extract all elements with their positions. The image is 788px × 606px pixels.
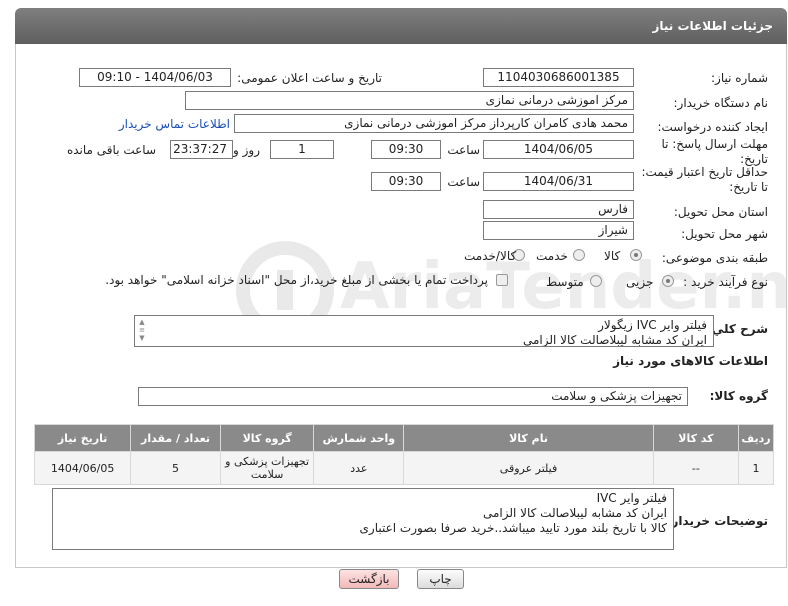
cell-qty: 5 <box>130 451 221 485</box>
cell-date: 1404/06/05 <box>33 451 132 485</box>
validity-time-label: ساعت <box>447 175 480 189</box>
announce-field: 1404/06/03 - 09:10 <box>79 68 231 87</box>
cell-name: فیلتر عروقی <box>403 451 654 485</box>
buyer-notes-line: ایران کد مشابه لیبلاصالت کالا الزامی <box>482 506 667 520</box>
print-button[interactable]: چاپ <box>417 569 464 589</box>
process-radio-medium[interactable] <box>590 275 602 287</box>
creator-field: محمد هادی کامران کارپرداز مرکز اموزشی در… <box>234 114 634 133</box>
category-option-goods: کالا <box>604 249 621 263</box>
back-button[interactable]: بازگشت <box>339 569 399 589</box>
summary-line: فیلتر وایر IVC زیگولار <box>598 318 707 332</box>
need-number-field: 1104030686001385 <box>483 68 634 87</box>
items-table: ردیف کد کالا نام کالا واحد شمارش گروه کا… <box>33 424 774 485</box>
goods-group-label: گروه کالا: <box>709 389 768 403</box>
announce-label: تاریخ و ساعت اعلان عمومی: <box>237 71 382 85</box>
category-radio-service[interactable] <box>573 249 585 261</box>
deadline-time-label: ساعت <box>447 143 480 157</box>
goods-info-title: اطلاعات کالاهای مورد نیاز <box>613 354 768 368</box>
deadline-time-field: 09:30 <box>371 140 441 159</box>
category-radio-goods[interactable] <box>630 249 642 261</box>
process-label: نوع فرآیند خرید : <box>683 275 768 289</box>
category-label: طبقه بندی موضوعی: <box>661 251 768 265</box>
days-field: 1 <box>270 140 334 159</box>
col-header-name: نام کالا <box>403 424 654 452</box>
buyer-org-field: مرکز اموزشی درمانی نمازی <box>185 91 634 110</box>
city-label: شهر محل تحویل: <box>681 227 768 241</box>
col-header-code: کد کالا <box>652 424 740 452</box>
table-row: 1 -- فیلتر عروقی عدد تجهیزات پزشکی و سلا… <box>33 451 774 485</box>
summary-line: ایران کد مشابه لیبلاصالت کالا الزامی <box>522 333 707 347</box>
validity-label: حداقل تاریخ اعتبار قیمت: تا تاریخ: <box>641 165 768 194</box>
cell-row-num: 1 <box>738 451 774 485</box>
col-header-row-num: ردیف <box>738 424 774 452</box>
city-field: شیراز <box>483 221 634 240</box>
validity-time-field: 09:30 <box>371 172 441 191</box>
process-option-medium: متوسط <box>546 275 584 289</box>
buyer-notes-line: فیلتر وایر IVC <box>596 491 667 505</box>
buyer-notes-line: کالا با تاریخ بلند مورد تایید میباشد..خر… <box>359 521 667 535</box>
col-header-unit: واحد شمارش <box>313 424 405 452</box>
days-label: روز و <box>233 143 260 157</box>
scroll-arrows-icon[interactable]: ▲ ≡ ▼ <box>137 318 147 344</box>
table-header-row: ردیف کد کالا نام کالا واحد شمارش گروه کا… <box>33 424 774 452</box>
province-label: استان محل تحویل: <box>673 205 768 219</box>
deadline-label: مهلت ارسال پاسخ: تا تاریخ: <box>661 137 768 166</box>
cell-code: -- <box>652 451 740 485</box>
goods-group-field: تجهیزات پزشکی و سلامت <box>138 387 688 406</box>
process-radio-minor[interactable] <box>662 275 674 287</box>
deadline-date-field: 1404/06/05 <box>483 140 634 159</box>
category-option-both: کالا/خدمت <box>464 249 517 263</box>
col-header-qty: تعداد / مقدار <box>130 424 221 452</box>
col-header-date: تاریخ نیاز <box>33 424 132 452</box>
creator-label: ایجاد کننده درخواست: <box>657 120 768 134</box>
contact-info-link[interactable]: اطلاعات تماس خریدار <box>119 117 230 131</box>
summary-textarea[interactable]: فیلتر وایر IVC زیگولار ایران کد مشابه لی… <box>134 315 714 347</box>
cell-group: تجهیزات پزشکی و سلامت <box>219 451 315 485</box>
page-title: جزئیات اطلاعات نیاز <box>15 8 787 44</box>
col-header-group: گروه کالا <box>219 424 315 452</box>
validity-date-field: 1404/06/31 <box>483 172 634 191</box>
process-option-minor: جزیی <box>626 275 654 289</box>
buyer-notes-textarea[interactable]: فیلتر وایر IVC ایران کد مشابه لیبلاصالت … <box>52 488 674 550</box>
treasury-checkbox[interactable] <box>496 274 508 286</box>
buyer-org-label: نام دستگاه خریدار: <box>673 96 769 110</box>
remaining-label: ساعت باقی مانده <box>66 143 156 157</box>
need-number-label: شماره نیاز: <box>711 71 768 85</box>
category-option-service: خدمت <box>536 249 568 263</box>
buyer-notes-label: توضیحات خریدار: <box>666 514 768 528</box>
province-field: فارس <box>483 200 634 219</box>
payment-note: پرداخت تمام یا بخشی از مبلغ خرید،از محل … <box>105 273 488 287</box>
cell-unit: عدد <box>313 451 405 485</box>
remaining-time-field: 23:37:27 <box>170 140 233 159</box>
